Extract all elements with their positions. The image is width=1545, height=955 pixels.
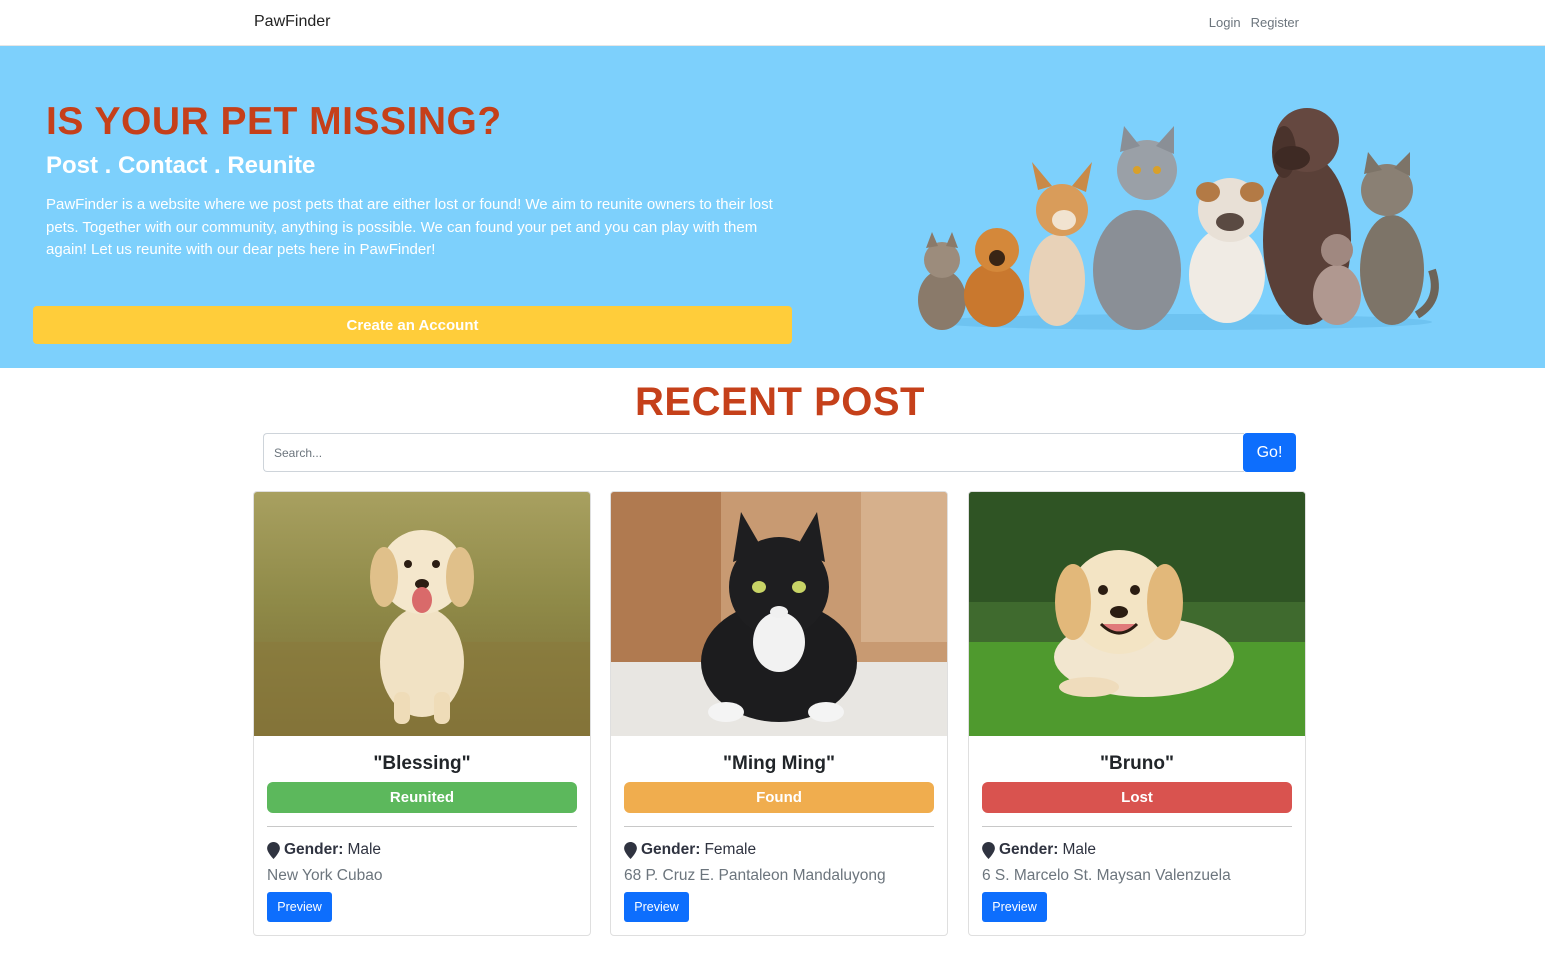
hero-subtitle: Post . Contact . Reunite (46, 152, 316, 179)
gender-label: Gender: (641, 841, 701, 858)
gender-label: Gender: (999, 841, 1059, 858)
map-pin-icon (982, 841, 995, 859)
pet-photo (611, 492, 947, 736)
search-input[interactable] (263, 433, 1244, 472)
post-card: "Ming Ming" Found Gender: Female 68 P. C… (610, 491, 948, 936)
divider (982, 826, 1292, 827)
location-text: New York Cubao (267, 867, 383, 884)
search-go-button[interactable]: Go! (1243, 433, 1296, 472)
pets-group-image (918, 108, 1439, 330)
register-link[interactable]: Register (1251, 15, 1299, 30)
preview-button[interactable]: Preview (982, 892, 1047, 922)
divider (267, 826, 577, 827)
status-badge: Lost (982, 782, 1292, 813)
brand-link[interactable]: PawFinder (254, 13, 330, 31)
gender-value: Male (347, 841, 382, 858)
post-card: "Bruno" Lost Gender: Male 6 S. Marcelo S… (968, 491, 1306, 936)
gender-label: Gender: (284, 841, 344, 858)
hero-description: PawFinder is a website where we post pet… (46, 196, 773, 258)
pet-name: "Blessing" (373, 753, 471, 774)
preview-button[interactable]: Preview (267, 892, 332, 922)
gender-row: Gender: Female (624, 841, 756, 859)
nav-links: Login Register (1209, 15, 1299, 30)
preview-button[interactable]: Preview (624, 892, 689, 922)
recent-post-title: RECENT POST (635, 380, 925, 424)
gender-row: Gender: Male (267, 841, 381, 859)
login-link[interactable]: Login (1209, 15, 1241, 30)
navbar: PawFinder Login Register (0, 0, 1545, 46)
gender-row: Gender: Male (982, 841, 1096, 859)
create-account-button[interactable]: Create an Account (33, 306, 792, 344)
pet-name: "Bruno" (1100, 753, 1174, 774)
status-badge: Found (624, 782, 934, 813)
hero-banner: IS YOUR PET MISSING? Post . Contact . Re… (0, 46, 1545, 368)
pet-photo (254, 492, 590, 736)
status-badge: Reunited (267, 782, 577, 813)
hero-title: IS YOUR PET MISSING? (46, 100, 502, 143)
divider (624, 826, 934, 827)
gender-value: Male (1062, 841, 1097, 858)
pet-photo (969, 492, 1305, 736)
map-pin-icon (267, 841, 280, 859)
location-text: 68 P. Cruz E. Pantaleon Mandaluyong (624, 867, 886, 884)
post-card: "Blessing" Reunited Gender: Male New Yor… (253, 491, 591, 936)
search-bar: Go! (263, 433, 1296, 472)
gender-value: Female (704, 841, 757, 858)
pet-name: "Ming Ming" (723, 753, 835, 774)
location-text: 6 S. Marcelo St. Maysan Valenzuela (982, 867, 1231, 884)
map-pin-icon (624, 841, 637, 859)
